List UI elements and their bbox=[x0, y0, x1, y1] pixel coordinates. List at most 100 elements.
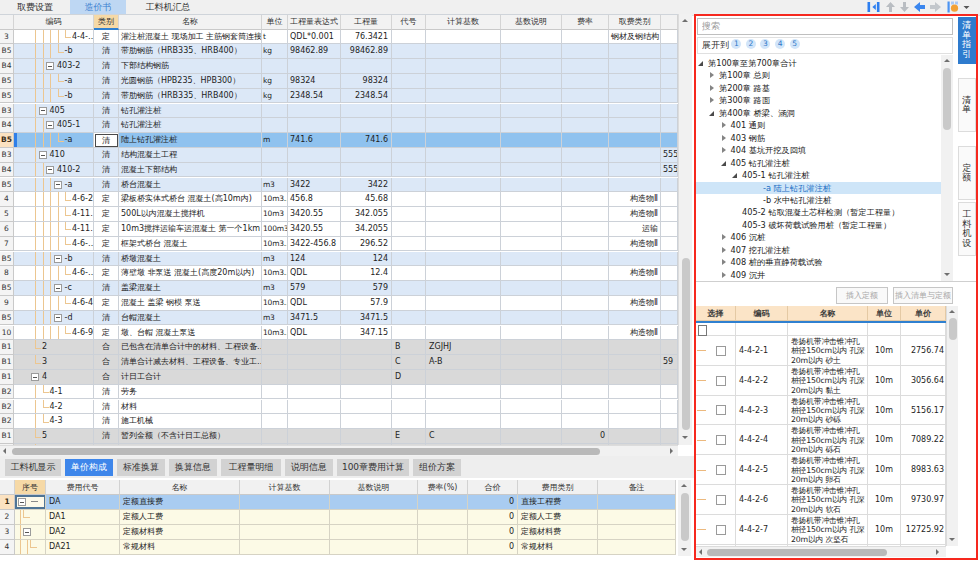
tree-item[interactable]: 405-2 钻取混凝土芯样检测（暂定工程量） bbox=[696, 206, 941, 218]
column-header-名称[interactable]: 名称 bbox=[119, 15, 262, 30]
column-header-取费类别[interactable]: 取费类别 bbox=[609, 15, 661, 30]
category-cell-editor[interactable]: 清 bbox=[95, 134, 118, 147]
filter-input[interactable] bbox=[698, 325, 707, 336]
filter-cell[interactable] bbox=[868, 323, 901, 336]
scroll-down-icon[interactable] bbox=[949, 538, 955, 541]
collapse-expander-icon[interactable] bbox=[54, 255, 62, 263]
scroll-up-icon[interactable] bbox=[949, 310, 955, 313]
search-input[interactable] bbox=[697, 18, 953, 35]
table-row[interactable]: B14合计日工合计D bbox=[0, 370, 678, 385]
scroll-up-icon[interactable] bbox=[944, 59, 950, 62]
tree-collapsed-icon[interactable] bbox=[722, 259, 726, 265]
table-row[interactable]: B5-a清陆上钻孔灌注桩m741.6741.6 bbox=[0, 133, 678, 148]
table-row[interactable]: B5-a清光圆钢筋（HPB235、HPB300）kg9832498324 bbox=[0, 74, 678, 89]
table-row[interactable]: B3410清结构混凝土工程555 bbox=[0, 148, 678, 163]
tab-quantity-detail[interactable]: 工程量明细 bbox=[221, 459, 281, 476]
insert-list-and-quota-button[interactable]: 插入清单与定额 bbox=[893, 287, 953, 304]
tree-item[interactable]: 406 沉桩 bbox=[696, 231, 941, 243]
scroll-thumb[interactable] bbox=[949, 318, 957, 340]
tree-collapsed-icon[interactable] bbox=[722, 272, 726, 278]
select-checkbox[interactable] bbox=[716, 495, 726, 505]
select-checkbox[interactable] bbox=[716, 435, 726, 445]
quota-table-horizontal-scrollbar[interactable] bbox=[696, 546, 946, 557]
table-row[interactable]: 54-11…定500L以内混凝土搅拌机10m33420.55342.055构造物… bbox=[0, 207, 678, 222]
move-up-icon[interactable] bbox=[885, 1, 896, 13]
column-header-备注[interactable]: 备注 bbox=[598, 480, 676, 495]
select-checkbox[interactable] bbox=[716, 346, 726, 356]
table-row[interactable]: 4-4-2-5卷扬机带冲击锥冲孔 桩径150cm以内 孔深 20m以内 卵石10… bbox=[696, 455, 946, 485]
table-row[interactable]: B5-b清桥墩混凝土m3124124 bbox=[0, 252, 678, 267]
table-row[interactable]: 3DA2定额材料费0定额材料费 bbox=[0, 525, 676, 540]
table-row[interactable]: B4403-2清下部结构钢筋 bbox=[0, 59, 678, 74]
tree-collapsed-icon[interactable] bbox=[722, 247, 726, 253]
tree-collapsed-icon[interactable] bbox=[722, 234, 726, 240]
column-header-编码[interactable]: 编码 bbox=[14, 15, 94, 30]
scroll-down-icon[interactable] bbox=[944, 273, 950, 276]
table-row[interactable]: 4-4-2-6卷扬机带冲击锥冲孔 桩径150cm以内 孔深 20m以内 软石10… bbox=[696, 485, 946, 515]
table-row[interactable]: 104-6-9-2定墩、台帽 混凝土泵送10m3…QDL347.15构造物Ⅱ bbox=[0, 326, 678, 341]
column-header-基数说明[interactable]: 基数说明 bbox=[501, 15, 562, 30]
tree-expanded-icon[interactable] bbox=[709, 111, 714, 116]
tree-item[interactable]: 405-3 破坏荷载试验用桩（暂定工程量） bbox=[696, 219, 941, 231]
collapse-expander-icon[interactable] bbox=[54, 314, 62, 322]
tree-collapsed-icon[interactable] bbox=[722, 147, 726, 153]
tab-list[interactable]: 清单 bbox=[958, 78, 977, 132]
tree-collapsed-icon[interactable] bbox=[722, 135, 726, 141]
expand-level-1-button[interactable]: 1 bbox=[731, 39, 741, 49]
quota-table-vertical-scrollbar[interactable] bbox=[946, 306, 958, 546]
tree-item[interactable]: 405-1 钻孔灌注桩 bbox=[696, 169, 941, 181]
collapse-expander-icon[interactable] bbox=[23, 528, 31, 536]
table-row[interactable]: B3405清钻孔灌注桩 bbox=[0, 104, 678, 119]
tree-item[interactable]: 409 沉井 bbox=[696, 269, 941, 281]
tree-item[interactable]: -a 陆上钻孔灌注桩 bbox=[696, 182, 941, 194]
tree-collapsed-icon[interactable] bbox=[722, 122, 726, 128]
table-row[interactable]: B5-a清桥台混凝土m334223422 bbox=[0, 178, 678, 193]
tab-conversion-info[interactable]: 换算信息 bbox=[169, 459, 217, 476]
collapse-expander-icon[interactable] bbox=[46, 62, 54, 70]
scroll-down-icon[interactable] bbox=[681, 548, 687, 551]
filter-cell[interactable] bbox=[901, 323, 946, 336]
table-row[interactable]: B5-c清盖梁混凝土m3579579 bbox=[0, 281, 678, 296]
select-checkbox[interactable] bbox=[716, 525, 726, 535]
insert-quota-button[interactable]: 插入定额 bbox=[836, 287, 888, 304]
table-row[interactable]: 4-4-2-4卷扬机带冲击锥冲孔 桩径150cm以内 孔深 20m以内 砾石10… bbox=[696, 425, 946, 455]
table-row[interactable]: 64-11…定10m3搅拌运输车运混凝土 第一个1km100m33420.553… bbox=[0, 222, 678, 237]
table-row[interactable]: 4-4-2-2卷扬机带冲击锥冲孔 桩径150cm以内 孔深 20m以内 黏土10… bbox=[696, 366, 946, 396]
filter-cell[interactable] bbox=[788, 323, 868, 336]
tree-item[interactable]: 第100章至第700章合计 bbox=[696, 57, 941, 69]
tab-quota[interactable]: 定额 bbox=[958, 146, 977, 200]
column-header-基数说明[interactable]: 基数说明 bbox=[330, 480, 418, 495]
tree-item[interactable]: 第300章 路面 bbox=[696, 94, 941, 106]
table-row[interactable]: B4405-1清钻孔灌注桩 bbox=[0, 118, 678, 133]
table-row[interactable]: B24-2清材料 bbox=[0, 400, 678, 415]
cost-book-vertical-scrollbar[interactable] bbox=[678, 14, 692, 445]
table-row[interactable]: 74-6-…定框架式桥台 混凝土10m3…3422-456.8296.52构造物… bbox=[0, 237, 678, 252]
table-row[interactable]: B5-b清带肋钢筋（HRB335、HRB400）kg2348.542348.54 bbox=[0, 89, 678, 104]
column-header-合价[interactable]: 合价 bbox=[468, 480, 518, 495]
expand-level-5-button[interactable]: 5 bbox=[790, 39, 800, 49]
tab-unit-price-composition[interactable]: 单价构成 bbox=[65, 459, 113, 476]
column-header-工程量[interactable]: 工程量 bbox=[341, 15, 392, 30]
navigate-back-icon[interactable] bbox=[913, 1, 926, 13]
column-header-计算基数[interactable]: 计算基数 bbox=[240, 480, 330, 495]
select-checkbox[interactable] bbox=[716, 376, 726, 386]
tree-item[interactable]: 401 通则 bbox=[696, 119, 941, 131]
tab-standard-conversion[interactable]: 标准换算 bbox=[117, 459, 165, 476]
column-header-类别[interactable]: 类别 bbox=[94, 15, 119, 30]
expand-level-4-button[interactable]: 4 bbox=[775, 39, 785, 49]
collapse-expander-icon[interactable] bbox=[46, 121, 54, 129]
tree-item[interactable]: 404 基坑开挖及回填 bbox=[696, 144, 941, 156]
column-header-选择[interactable]: 选择 bbox=[696, 306, 736, 321]
price-composition-vertical-scrollbar[interactable] bbox=[678, 480, 691, 556]
table-row[interactable]: B13合清单合计减去材料、工程设备、专业工…CA-B59 bbox=[0, 355, 678, 370]
tree-expanded-icon[interactable] bbox=[732, 173, 737, 178]
table-row[interactable]: 4-4-2-1卷扬机带冲击锥冲孔 桩径150cm以内 孔深 20m以内 砂土10… bbox=[696, 336, 946, 366]
column-header-extra-12[interactable] bbox=[661, 15, 678, 30]
select-checkbox[interactable] bbox=[716, 405, 726, 415]
scroll-thumb[interactable] bbox=[943, 68, 951, 130]
scroll-left-icon[interactable] bbox=[699, 549, 702, 555]
tree-expanded-icon[interactable] bbox=[698, 61, 703, 66]
navigate-forward-icon[interactable] bbox=[929, 1, 942, 13]
column-header-序号[interactable]: 序号 bbox=[15, 480, 46, 495]
tree-item[interactable]: 第100章 总则 bbox=[696, 69, 941, 81]
